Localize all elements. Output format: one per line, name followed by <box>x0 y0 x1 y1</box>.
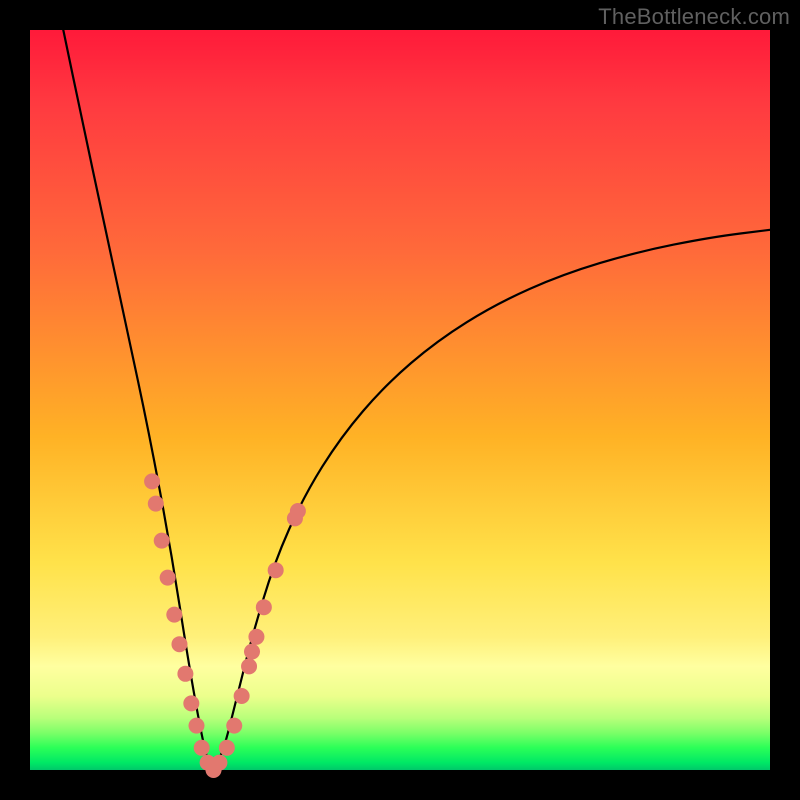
data-dot <box>160 570 176 586</box>
dots-group <box>144 473 306 778</box>
data-dot <box>177 666 193 682</box>
data-dot <box>268 562 284 578</box>
data-dot <box>183 695 199 711</box>
data-dot <box>171 636 187 652</box>
chart-svg <box>30 30 770 770</box>
data-dot <box>290 503 306 519</box>
data-dot <box>166 607 182 623</box>
data-dot <box>148 496 164 512</box>
data-dot <box>189 718 205 734</box>
data-dot <box>256 599 272 615</box>
data-dot <box>211 755 227 771</box>
data-dot <box>241 658 257 674</box>
chart-frame: TheBottleneck.com <box>0 0 800 800</box>
data-dot <box>248 629 264 645</box>
data-dot <box>219 740 235 756</box>
data-dot <box>234 688 250 704</box>
data-dot <box>144 473 160 489</box>
data-dot <box>194 740 210 756</box>
data-dot <box>244 644 260 660</box>
bottleneck-curve-path <box>63 30 770 766</box>
data-dot <box>226 718 242 734</box>
data-dot <box>154 533 170 549</box>
watermark-text: TheBottleneck.com <box>598 4 790 30</box>
plot-area <box>30 30 770 770</box>
